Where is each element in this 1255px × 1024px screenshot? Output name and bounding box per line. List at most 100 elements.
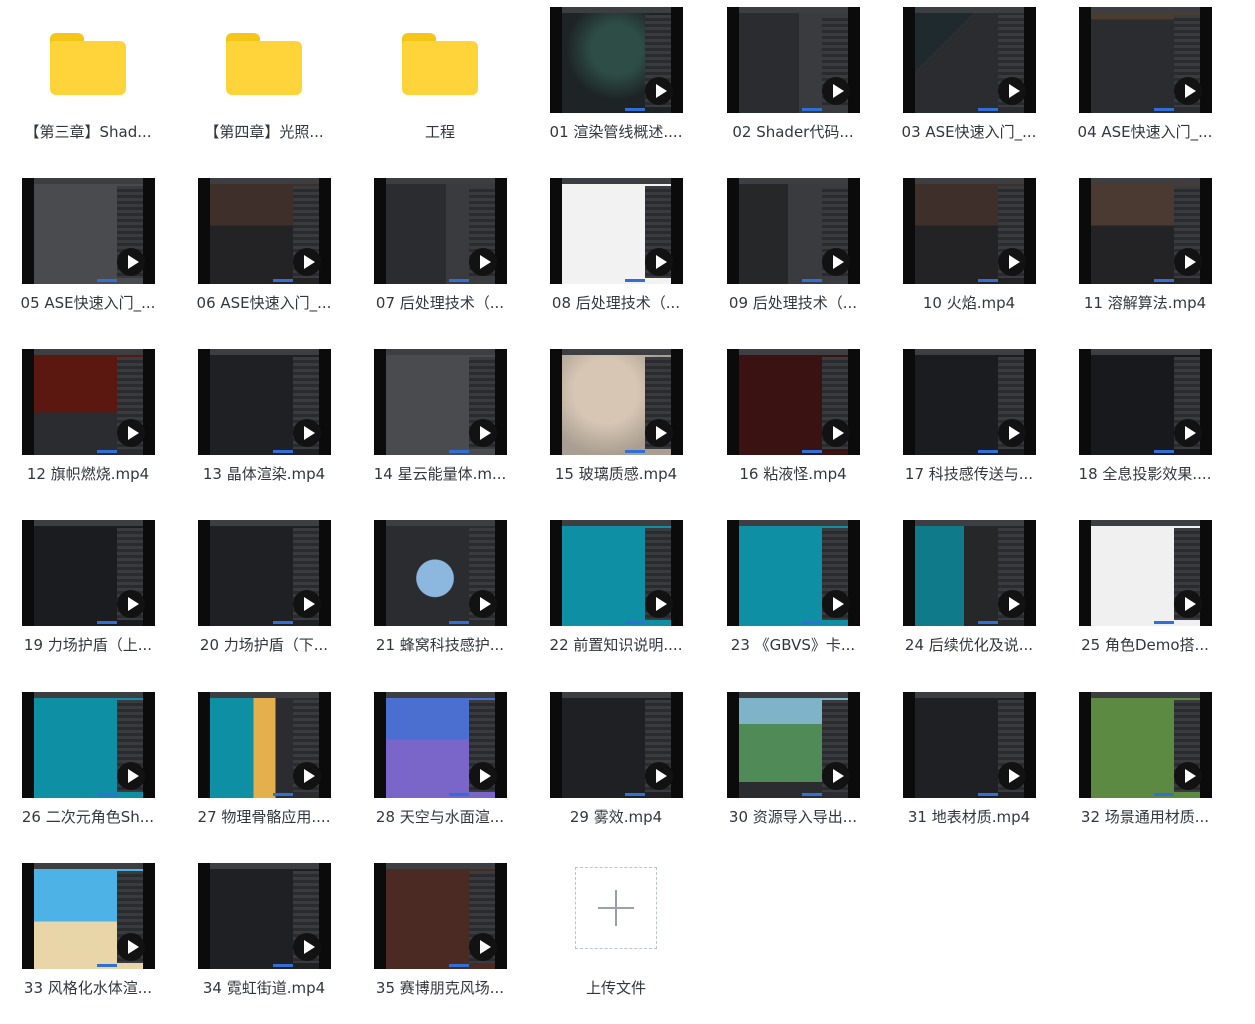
play-icon[interactable] [822, 419, 850, 447]
file-name-label: 26 二次元角色Sh... [21, 808, 155, 826]
file-name-label: 12 旗帜燃烧.mp4 [26, 465, 150, 483]
video-item[interactable]: 04 ASE快速入门_... [1057, 3, 1233, 168]
video-item[interactable]: 21 蜂窝科技感护... [352, 516, 528, 681]
video-thumbnail [374, 863, 507, 969]
file-name-label: 17 科技感传送与... [904, 465, 1034, 483]
play-icon[interactable] [998, 590, 1026, 618]
video-item[interactable]: 24 后续优化及说... [881, 516, 1057, 681]
play-icon[interactable] [998, 419, 1026, 447]
file-name-label: 【第三章】Shad... [24, 123, 152, 141]
video-thumbnail [550, 692, 683, 798]
video-item[interactable]: 25 角色Demo搭... [1057, 516, 1233, 681]
video-item[interactable]: 30 资源导入导出... [705, 688, 881, 853]
play-icon[interactable] [1174, 248, 1202, 276]
thumbnail-area [881, 174, 1057, 286]
video-item[interactable]: 23 《GBVS》卡... [705, 516, 881, 681]
play-icon[interactable] [1174, 590, 1202, 618]
video-item[interactable]: 22 前置知识说明.... [528, 516, 704, 681]
play-icon[interactable] [998, 762, 1026, 790]
thumbnail-area [352, 3, 528, 115]
thumbnail-area [352, 859, 528, 971]
video-item[interactable]: 34 霓虹街道.mp4 [176, 859, 352, 1024]
video-thumbnail [198, 520, 331, 626]
file-name-label: 24 后续优化及说... [904, 636, 1034, 654]
thumbnail-area [0, 3, 176, 115]
folder-icon [402, 29, 478, 95]
play-icon[interactable] [1174, 419, 1202, 447]
thumbnail-area [705, 3, 881, 115]
video-item[interactable]: 12 旗帜燃烧.mp4 [0, 345, 176, 510]
video-thumbnail [1079, 7, 1212, 113]
play-icon[interactable] [469, 248, 497, 276]
video-item[interactable]: 02 Shader代码... [705, 3, 881, 168]
video-item[interactable]: 26 二次元角色Sh... [0, 688, 176, 853]
play-icon[interactable] [645, 590, 673, 618]
video-item[interactable]: 35 赛博朋克风场... [352, 859, 528, 1024]
video-item[interactable]: 17 科技感传送与... [881, 345, 1057, 510]
video-item[interactable]: 09 后处理技术（... [705, 174, 881, 339]
play-icon[interactable] [998, 77, 1026, 105]
play-icon[interactable] [117, 933, 145, 961]
video-item[interactable]: 11 溶解算法.mp4 [1057, 174, 1233, 339]
video-item[interactable]: 08 后处理技术（... [528, 174, 704, 339]
file-name-label: 11 溶解算法.mp4 [1083, 294, 1207, 312]
play-icon[interactable] [117, 419, 145, 447]
video-item[interactable]: 31 地表材质.mp4 [881, 688, 1057, 853]
video-item[interactable]: 05 ASE快速入门_... [0, 174, 176, 339]
video-item[interactable]: 06 ASE快速入门_... [176, 174, 352, 339]
play-icon[interactable] [117, 590, 145, 618]
video-item[interactable]: 13 晶体渲染.mp4 [176, 345, 352, 510]
thumbnail-area [528, 859, 704, 971]
play-icon[interactable] [1174, 77, 1202, 105]
video-thumbnail [22, 692, 155, 798]
video-item[interactable]: 19 力场护盾（上... [0, 516, 176, 681]
video-item[interactable]: 33 风格化水体渲... [0, 859, 176, 1024]
video-item[interactable]: 07 后处理技术（... [352, 174, 528, 339]
file-grid: 【第三章】Shad... 【第四章】光照... 工程 01 渲染管线概述.... 02 … [0, 0, 1255, 1020]
video-item[interactable]: 18 全息投影效果.... [1057, 345, 1233, 510]
play-icon[interactable] [645, 248, 673, 276]
video-item[interactable]: 15 玻璃质感.mp4 [528, 345, 704, 510]
play-icon[interactable] [469, 762, 497, 790]
play-icon[interactable] [469, 933, 497, 961]
play-icon[interactable] [117, 762, 145, 790]
video-item[interactable]: 14 星云能量体.m... [352, 345, 528, 510]
play-icon[interactable] [645, 762, 673, 790]
folder-item[interactable]: 【第四章】光照... [176, 3, 352, 168]
video-item[interactable]: 32 场景通用材质... [1057, 688, 1233, 853]
play-icon[interactable] [469, 590, 497, 618]
video-item[interactable]: 29 雾效.mp4 [528, 688, 704, 853]
play-icon[interactable] [1174, 762, 1202, 790]
play-icon[interactable] [645, 419, 673, 447]
play-icon[interactable] [645, 77, 673, 105]
upload-file-tile[interactable]: 上传文件 [528, 859, 704, 1024]
file-name-label: 14 星云能量体.m... [373, 465, 507, 483]
plus-icon[interactable] [575, 867, 657, 949]
file-name-label: 32 场景通用材质... [1080, 808, 1210, 826]
thumbnail-area [528, 688, 704, 800]
video-item[interactable]: 01 渲染管线概述.... [528, 3, 704, 168]
thumbnail-area [176, 859, 352, 971]
play-icon[interactable] [822, 248, 850, 276]
play-icon[interactable] [998, 248, 1026, 276]
video-item[interactable]: 03 ASE快速入门_... [881, 3, 1057, 168]
play-icon[interactable] [293, 248, 321, 276]
play-icon[interactable] [293, 762, 321, 790]
play-icon[interactable] [822, 762, 850, 790]
play-icon[interactable] [822, 590, 850, 618]
play-icon[interactable] [117, 248, 145, 276]
video-item[interactable]: 20 力场护盾（下... [176, 516, 352, 681]
play-icon[interactable] [469, 419, 497, 447]
video-item[interactable]: 10 火焰.mp4 [881, 174, 1057, 339]
play-icon[interactable] [293, 419, 321, 447]
folder-item[interactable]: 【第三章】Shad... [0, 3, 176, 168]
video-item[interactable]: 28 天空与水面渲... [352, 688, 528, 853]
play-icon[interactable] [293, 590, 321, 618]
thumbnail-area [1057, 345, 1233, 457]
video-item[interactable]: 16 粘液怪.mp4 [705, 345, 881, 510]
file-name-label: 30 资源导入导出... [728, 808, 858, 826]
folder-item[interactable]: 工程 [352, 3, 528, 168]
video-item[interactable]: 27 物理骨骼应用.... [176, 688, 352, 853]
play-icon[interactable] [822, 77, 850, 105]
play-icon[interactable] [293, 933, 321, 961]
